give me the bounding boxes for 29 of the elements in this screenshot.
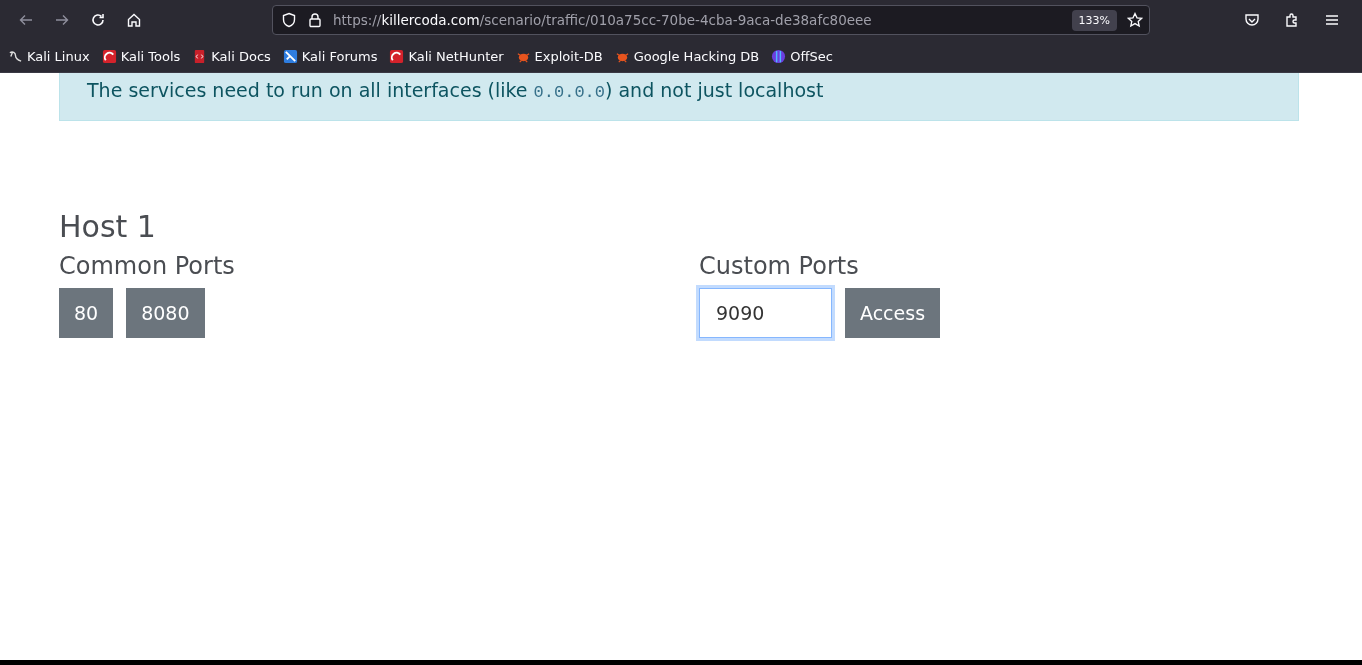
star-icon[interactable] xyxy=(1127,12,1143,28)
puzzle-icon[interactable] xyxy=(1284,12,1300,28)
pocket-icon[interactable] xyxy=(1244,12,1260,28)
port-button[interactable]: 8080 xyxy=(126,288,205,338)
zoom-level-badge[interactable]: 133% xyxy=(1071,9,1117,31)
lock-icon[interactable] xyxy=(307,12,323,28)
reload-icon[interactable] xyxy=(90,12,106,28)
bookmark-link[interactable]: Exploit-DB xyxy=(534,48,603,64)
bookmark-link[interactable]: Kali Docs xyxy=(211,48,271,64)
bookmark-link[interactable]: Kali NetHunter xyxy=(408,48,504,64)
section-heading: Common Ports xyxy=(59,252,236,280)
address-bar[interactable]: https://killercoda.com/scenario/traffic/010a75cc-70be-4cba-9aca-de38afc80eee 133% xyxy=(272,5,1150,35)
menu-icon[interactable] xyxy=(1324,12,1340,28)
bookmark-link[interactable]: Kali Forums xyxy=(301,48,378,64)
url-text: https://killercoda.com/scenario/traffic/010a75cc-70be-4cba-9aca-de38afc80eee xyxy=(333,12,873,28)
port-button[interactable]: 80 xyxy=(59,288,114,338)
bookmark-link[interactable]: Kali Linux xyxy=(27,48,90,64)
bookmark-link[interactable]: Google Hacking DB xyxy=(633,48,760,64)
bookmark-link[interactable]: OffSec xyxy=(790,48,833,64)
back-arrow-icon[interactable] xyxy=(18,12,34,28)
host-heading: Host 1 xyxy=(59,209,157,244)
port-input-field[interactable]: 9090 xyxy=(699,288,832,338)
access-button[interactable]: Access xyxy=(845,288,941,338)
bookmark-link[interactable]: Kali Tools xyxy=(120,48,181,64)
section-heading: Custom Ports xyxy=(699,252,860,280)
forward-arrow-icon[interactable] xyxy=(54,12,70,28)
home-icon[interactable] xyxy=(126,12,142,28)
shield-icon[interactable] xyxy=(281,12,297,28)
info-alert: The services need to run on all interfaces (like 0.0.0.0) and not just localhost xyxy=(59,73,1299,121)
